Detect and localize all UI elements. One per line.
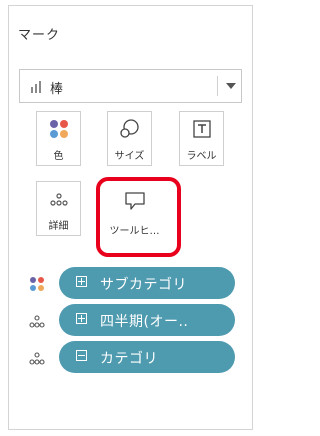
- field-pill-category[interactable]: カテゴリ: [59, 341, 235, 373]
- label-card-label: ラベル: [186, 151, 217, 162]
- mark-type-value: 棒: [50, 82, 64, 97]
- detail-card-label: 詳細: [48, 221, 69, 232]
- bar-chart-icon: [31, 81, 41, 93]
- collapse-minus-icon[interactable]: [76, 350, 87, 361]
- field-pill-subcategory[interactable]: サブカテゴリ: [59, 267, 235, 299]
- dropdown-divider: [217, 76, 218, 96]
- detail-dots-icon: [49, 193, 68, 206]
- field-pill-label: サブカテゴリ: [100, 277, 187, 293]
- tooltip-highlight-box: [96, 177, 181, 257]
- field-row-subcategory: サブカテゴリ: [29, 267, 235, 299]
- chevron-down-icon[interactable]: [226, 83, 236, 89]
- detail-dots-icon: [29, 315, 45, 328]
- color-palette-icon: [30, 277, 44, 291]
- label-card[interactable]: ラベル: [179, 111, 224, 166]
- size-card-label: サイズ: [114, 151, 145, 162]
- marks-panel-title: マーク: [18, 28, 61, 43]
- field-row-quarter: 四半期(オー..: [29, 304, 235, 336]
- field-pill-label: 四半期(オー..: [100, 314, 189, 330]
- text-label-icon: [192, 120, 211, 138]
- size-card[interactable]: サイズ: [107, 111, 152, 166]
- detail-dots-icon: [29, 352, 45, 365]
- color-card-label: 色: [53, 151, 64, 162]
- field-row-category: カテゴリ: [29, 341, 235, 373]
- field-pill-label: カテゴリ: [100, 351, 158, 367]
- mark-type-dropdown[interactable]: 棒: [19, 69, 242, 103]
- expand-plus-icon[interactable]: [76, 276, 87, 287]
- detail-card[interactable]: 詳細: [36, 181, 81, 236]
- field-pill-quarter[interactable]: 四半期(オー..: [59, 304, 235, 336]
- expand-plus-icon[interactable]: [76, 313, 87, 324]
- size-icon: [119, 119, 139, 138]
- marks-panel: マーク 棒 色 サイズ ラベル 詳細 ツールヒ… サブカテゴリ 四半期(オー..…: [8, 5, 253, 430]
- color-palette-icon: [49, 120, 68, 138]
- color-card[interactable]: 色: [36, 111, 81, 166]
